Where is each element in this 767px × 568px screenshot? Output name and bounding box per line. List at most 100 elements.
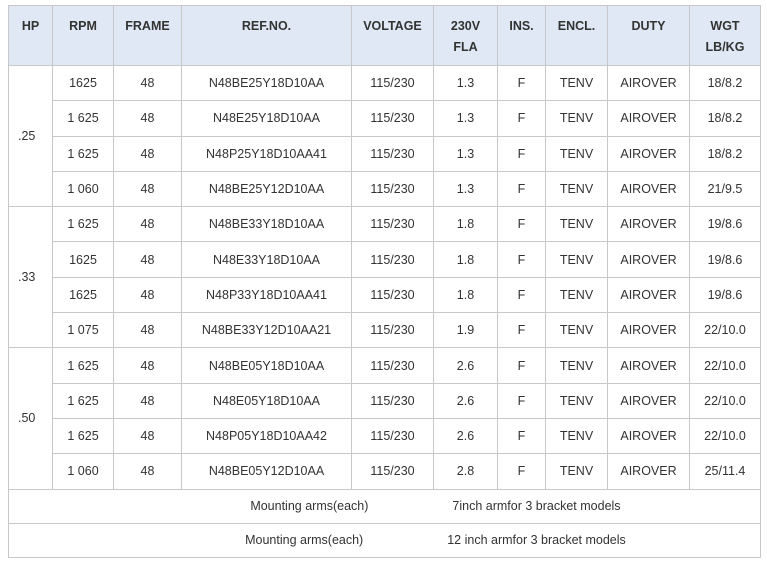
header-frame: FRAME (113, 5, 182, 66)
note-cell: Mounting arms(each) 12 inch armfor 3 brac… (8, 522, 761, 558)
header-label: HP (21, 19, 40, 33)
header-row: HP RPM FRAME REF.NO. VOLTAGE 230V FLA INS. ENCL.… (8, 5, 761, 66)
voltage-cell: 115/230 (351, 453, 434, 490)
wgt-cell: 19/8.6 (689, 276, 761, 314)
duty-cell: AIROVER (607, 453, 690, 490)
voltage-cell: 115/230 (351, 312, 434, 349)
wgt-cell: 22/10.0 (689, 347, 761, 384)
note-row: Mounting arms(each) 7inch armfor 3 bracke… (8, 488, 761, 524)
ref-no-cell: N48BE33Y12D10AA21 (181, 312, 352, 349)
fla-cell: 2.6 (433, 347, 498, 384)
note-value: 12 inch armfor 3 bracket models (447, 533, 626, 548)
voltage-cell: 115/230 (351, 276, 434, 314)
ins-cell: F (497, 135, 546, 172)
encl-cell: TENV (545, 453, 608, 490)
header-voltage: VOLTAGE (351, 5, 434, 66)
ins-cell: F (497, 206, 546, 243)
header-label: INS. (509, 19, 534, 33)
note-row: Mounting arms(each) 12 inch armfor 3 brac… (8, 522, 761, 558)
table-row: 1 060 48 N48BE25Y12D10AA 115/230 1.3 F TENV AIR… (9, 170, 761, 208)
voltage-cell: 115/230 (351, 100, 434, 137)
duty-cell: AIROVER (607, 417, 690, 455)
voltage-cell: 115/230 (351, 64, 434, 102)
frame-cell: 48 (113, 206, 182, 243)
header-label: ENCL. (557, 19, 596, 33)
rpm-cell: 1 625 (52, 347, 114, 384)
wgt-cell: 22/10.0 (689, 417, 761, 455)
encl-cell: TENV (545, 206, 608, 243)
table-row: 1 625 48 N48E25Y18D10AA 115/230 1.3 F TENV AIRO… (9, 100, 761, 137)
frame-cell: 48 (113, 135, 182, 172)
wgt-cell: 18/8.2 (689, 64, 761, 102)
table-row: 1625 48 N48E33Y18D10AA 115/230 1.8 F TENV AIROV… (9, 241, 761, 278)
ins-cell: F (497, 64, 546, 102)
wgt-cell: 19/8.6 (689, 206, 761, 243)
header-rpm: RPM (52, 5, 114, 66)
table-row: 1 625 48 N48E05Y18D10AA 115/230 2.6 F TENV AIRO… (9, 382, 761, 419)
rpm-cell: 1625 (52, 276, 114, 314)
note-label: Mounting arms(each) (245, 533, 364, 548)
table-row: 1 625 48 N48P25Y18D10AA41 115/230 1.3 F TENV AI… (9, 135, 761, 172)
ins-cell: F (497, 453, 546, 490)
rpm-cell: 1 625 (52, 135, 114, 172)
rpm-cell: 1 625 (52, 382, 114, 419)
fla-cell: 2.6 (433, 382, 498, 419)
rpm-cell: 1 625 (52, 206, 114, 243)
duty-cell: AIROVER (607, 64, 690, 102)
ref-no-cell: N48BE25Y18D10AA (181, 64, 352, 102)
note-value: 7inch armfor 3 bracket models (452, 499, 621, 514)
encl-cell: TENV (545, 100, 608, 137)
wgt-cell: 19/8.6 (689, 241, 761, 278)
wgt-cell: 18/8.2 (689, 100, 761, 137)
fla-cell: 1.8 (433, 241, 498, 278)
fla-cell: 1.3 (433, 170, 498, 208)
table-row: 1 075 48 N48BE33Y12D10AA21 115/230 1.9 F TENV A… (9, 312, 761, 349)
encl-cell: TENV (545, 382, 608, 419)
fla-cell: 2.6 (433, 417, 498, 455)
rpm-cell: 1625 (52, 64, 114, 102)
note-cell: Mounting arms(each) 7inch armfor 3 bracke… (8, 488, 761, 524)
encl-cell: TENV (545, 170, 608, 208)
duty-cell: AIROVER (607, 382, 690, 419)
fla-cell: 1.3 (433, 100, 498, 137)
ref-no-cell: N48BE05Y18D10AA (181, 347, 352, 384)
header-label: LB/KG (705, 40, 745, 54)
motor-spec-table: HP RPM FRAME REF.NO. VOLTAGE 230V FLA INS. ENCL.… (8, 5, 761, 558)
voltage-cell: 115/230 (351, 241, 434, 278)
header-label: 230V (450, 19, 481, 33)
frame-cell: 48 (113, 417, 182, 455)
voltage-cell: 115/230 (351, 170, 434, 208)
ins-cell: F (497, 382, 546, 419)
voltage-cell: 115/230 (351, 382, 434, 419)
rpm-cell: 1 060 (52, 170, 114, 208)
voltage-cell: 115/230 (351, 417, 434, 455)
frame-cell: 48 (113, 241, 182, 278)
header-label: FRAME (125, 19, 170, 33)
duty-cell: AIROVER (607, 100, 690, 137)
encl-cell: TENV (545, 347, 608, 384)
ref-no-cell: N48E05Y18D10AA (181, 382, 352, 419)
ins-cell: F (497, 276, 546, 314)
encl-cell: TENV (545, 417, 608, 455)
wgt-cell: 22/10.0 (689, 382, 761, 419)
ref-no-cell: N48BE33Y18D10AA (181, 206, 352, 243)
duty-cell: AIROVER (607, 347, 690, 384)
header-label: VOLTAGE (363, 19, 422, 33)
ref-no-cell: N48BE25Y12D10AA (181, 170, 352, 208)
frame-cell: 48 (113, 453, 182, 490)
rpm-cell: 1625 (52, 241, 114, 278)
duty-cell: AIROVER (607, 135, 690, 172)
fla-cell: 1.3 (433, 64, 498, 102)
header-duty: DUTY (607, 5, 690, 66)
fla-cell: 1.8 (433, 206, 498, 243)
header-label: DUTY (631, 19, 666, 33)
ref-no-cell: N48P33Y18D10AA41 (181, 276, 352, 314)
frame-cell: 48 (113, 382, 182, 419)
wgt-cell: 18/8.2 (689, 135, 761, 172)
ins-cell: F (497, 347, 546, 384)
header-ins: INS. (497, 5, 546, 66)
note-label: Mounting arms(each) (250, 499, 369, 514)
encl-cell: TENV (545, 64, 608, 102)
header-label: RPM (69, 19, 97, 33)
fla-cell: 1.8 (433, 276, 498, 314)
